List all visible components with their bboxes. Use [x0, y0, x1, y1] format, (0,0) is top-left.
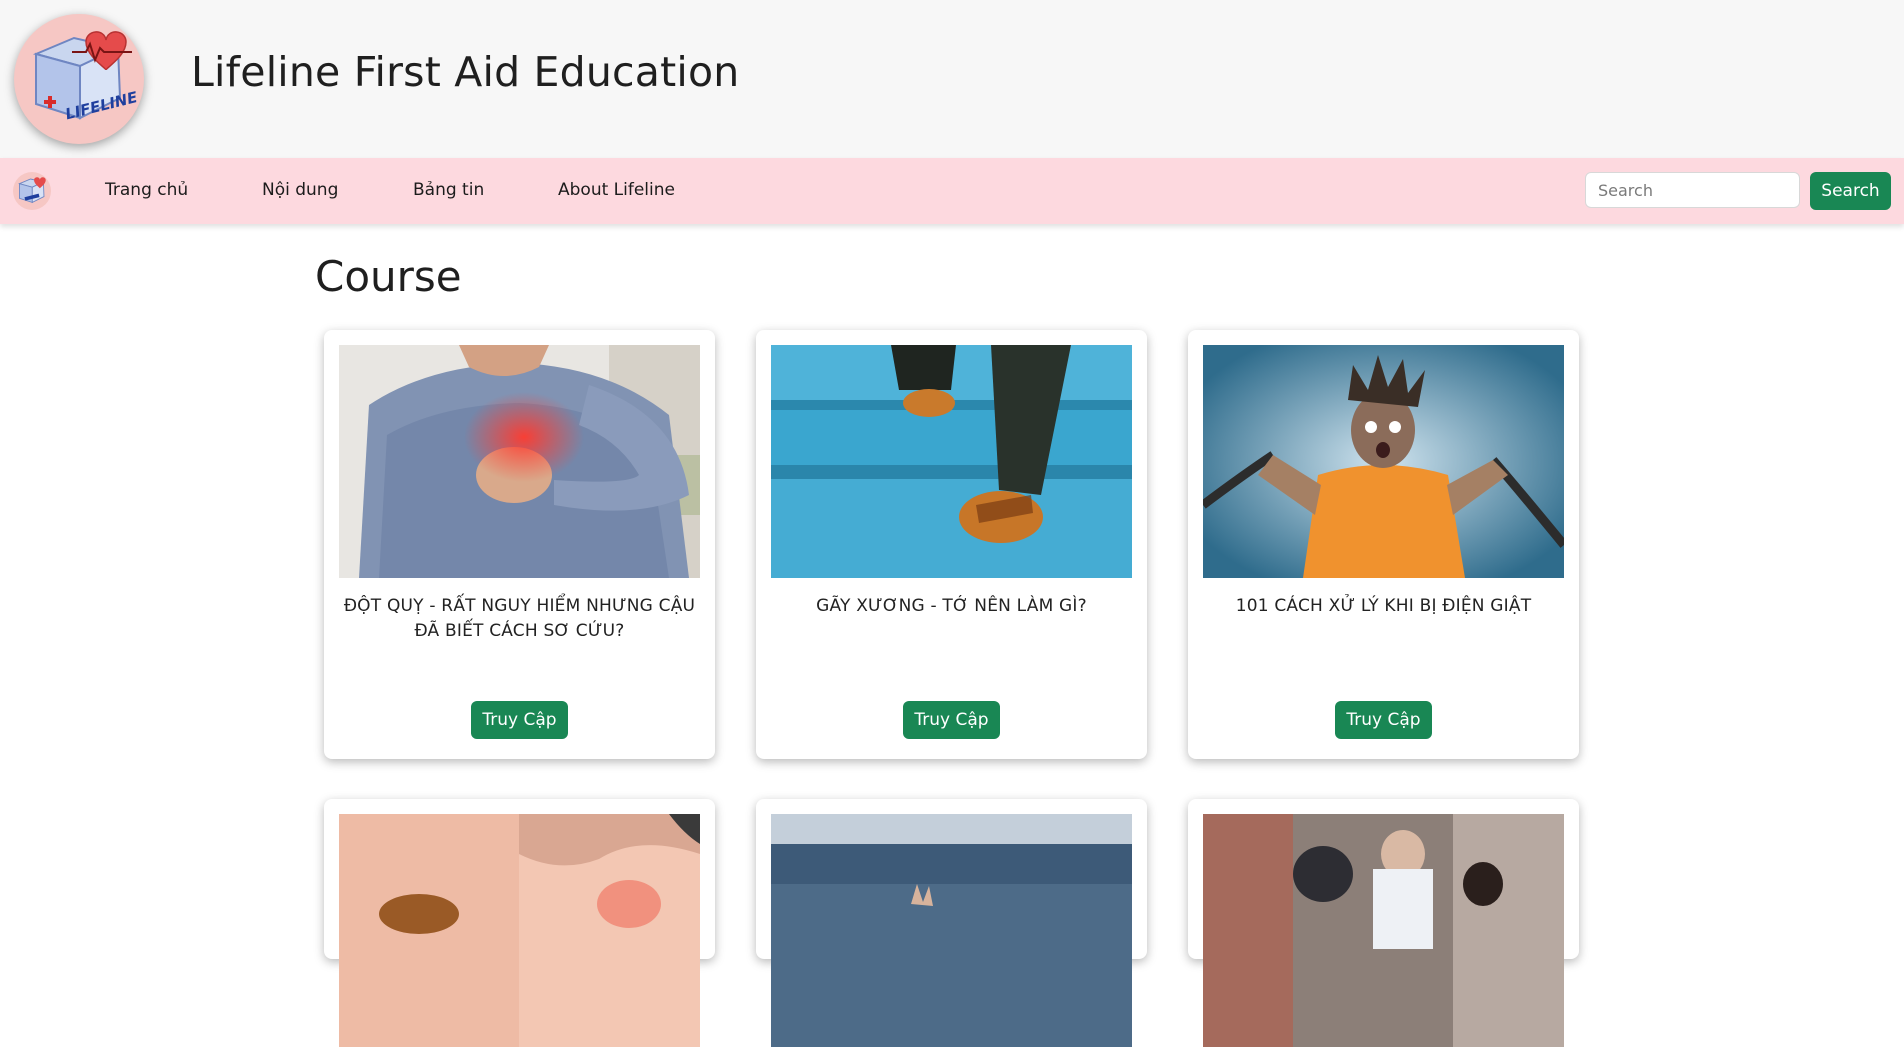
course-card: ĐỘT QUỴ - RẤT NGUY HIỂM NHƯNG CẬU ĐÃ BIẾ…	[324, 330, 715, 759]
course-card	[1188, 799, 1579, 1047]
course-card: GÃY XƯƠNG - TỚ NÊN LÀM GÌ? Truy Cập	[756, 330, 1147, 759]
road-accident-photo[interactable]	[1203, 814, 1564, 1047]
nav-item-content[interactable]: Nội dung	[262, 180, 338, 200]
lifeline-logo[interactable]: LIFELINE	[14, 14, 144, 144]
course-card	[324, 799, 715, 1047]
course-title: GÃY XƯƠNG - TỚ NÊN LÀM GÌ?	[816, 596, 1087, 616]
site-header: LIFELINE Lifeline First Aid Education	[0, 0, 1904, 158]
drowning-photo[interactable]	[771, 814, 1132, 1047]
site-title: Lifeline First Aid Education	[191, 48, 740, 96]
course-title: 101 CÁCH XỬ LÝ KHI BỊ ĐIỆN GIẬT	[1235, 596, 1532, 616]
nav-item-newsfeed[interactable]: Bảng tin	[413, 180, 484, 200]
search-input[interactable]	[1585, 172, 1800, 208]
access-button[interactable]: Truy Cập	[1335, 701, 1432, 739]
insect-bite-photo[interactable]	[339, 814, 700, 1047]
course-title: ĐỘT QUỴ - RẤT NGUY HIỂM NHƯNG CẬU ĐÃ BIẾ…	[343, 596, 696, 641]
course-card: 101 CÁCH XỬ LÝ KHI BỊ ĐIỆN GIẬT Truy Cập	[1188, 330, 1579, 759]
section-title: Course	[315, 252, 462, 301]
stairs-shoes-photo[interactable]	[771, 345, 1132, 578]
navbar-logo-icon[interactable]	[13, 172, 51, 210]
access-button[interactable]: Truy Cập	[471, 701, 568, 739]
electric-shock-photo[interactable]	[1203, 345, 1564, 578]
nav-item-home[interactable]: Trang chủ	[105, 180, 188, 200]
search-button[interactable]: Search	[1810, 172, 1891, 210]
access-button[interactable]: Truy Cập	[903, 701, 1000, 739]
nav-item-about[interactable]: About Lifeline	[558, 180, 675, 200]
course-card	[756, 799, 1147, 1047]
navbar: Trang chủ Nội dung Bảng tin About Lifeli…	[0, 158, 1904, 224]
chest-pain-photo[interactable]	[339, 345, 700, 578]
